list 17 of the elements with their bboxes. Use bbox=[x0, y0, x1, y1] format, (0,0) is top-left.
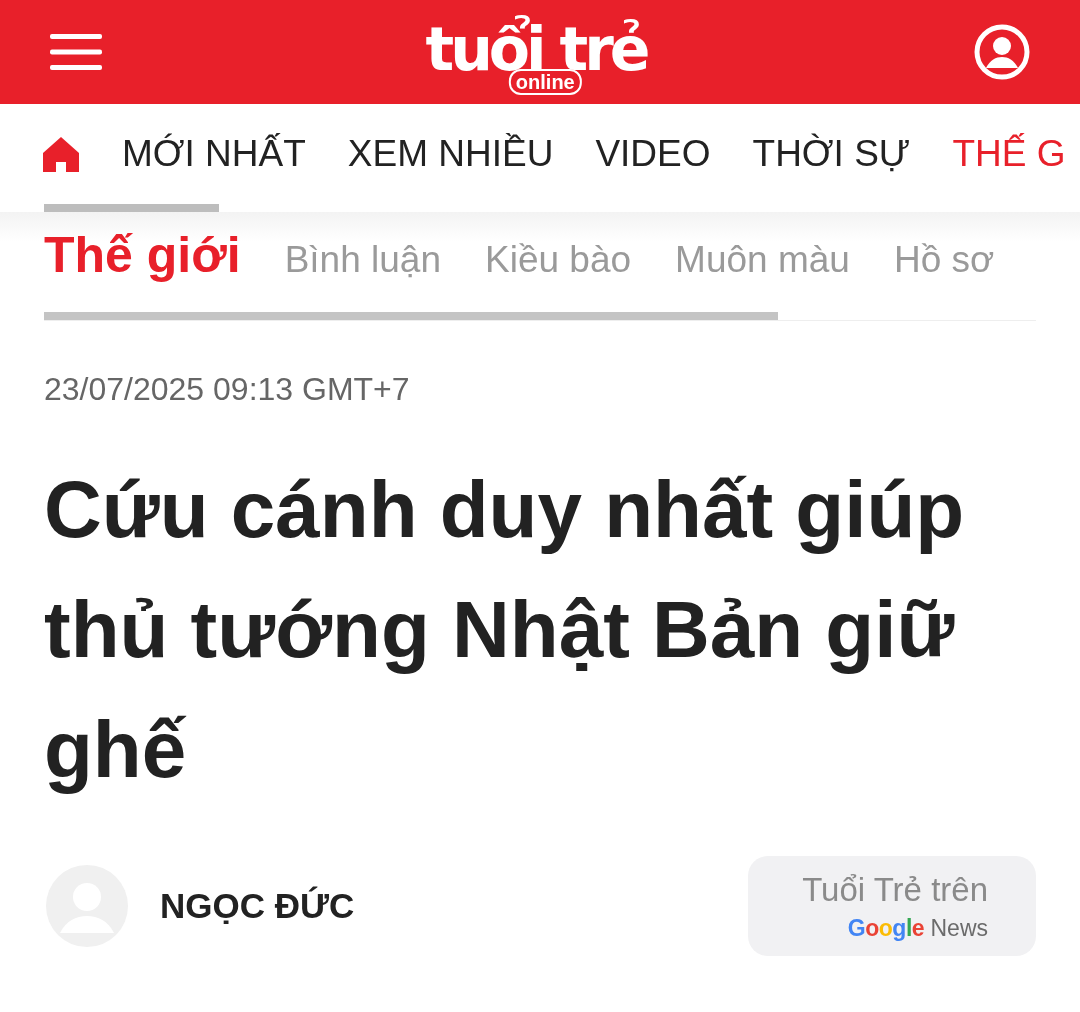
nav-tab[interactable]: VIDEO bbox=[595, 133, 711, 175]
google-news-button[interactable]: Tuổi Trẻ trên Google News bbox=[748, 856, 1036, 956]
category-tab[interactable]: Bình luận bbox=[284, 239, 441, 281]
nav-tab[interactable]: THỜI SỰ bbox=[752, 133, 911, 175]
category-tab[interactable]: Muôn màu bbox=[675, 239, 850, 281]
nav-tab[interactable]: MỚI NHẤT bbox=[122, 133, 306, 175]
nav-tab[interactable]: THẾ G bbox=[952, 133, 1066, 175]
category-tab[interactable]: Kiều bào bbox=[485, 239, 632, 281]
category-tab[interactable]: Thế giới bbox=[44, 226, 241, 284]
publish-date: 23/07/2025 09:13 GMT+7 bbox=[44, 371, 411, 408]
user-icon[interactable] bbox=[974, 24, 1030, 80]
nav-tab[interactable]: XEM NHIỀU bbox=[347, 133, 554, 175]
article-title: Cứu cánh duy nhất giúp thủ tướng Nhật Bản giữ ghế bbox=[44, 464, 966, 796]
menu-icon[interactable] bbox=[50, 34, 102, 70]
home-icon[interactable] bbox=[42, 136, 80, 172]
author-name[interactable]: NGỌC ĐỨC bbox=[160, 886, 355, 926]
category-tab[interactable]: Hồ sơ bbox=[893, 239, 995, 281]
